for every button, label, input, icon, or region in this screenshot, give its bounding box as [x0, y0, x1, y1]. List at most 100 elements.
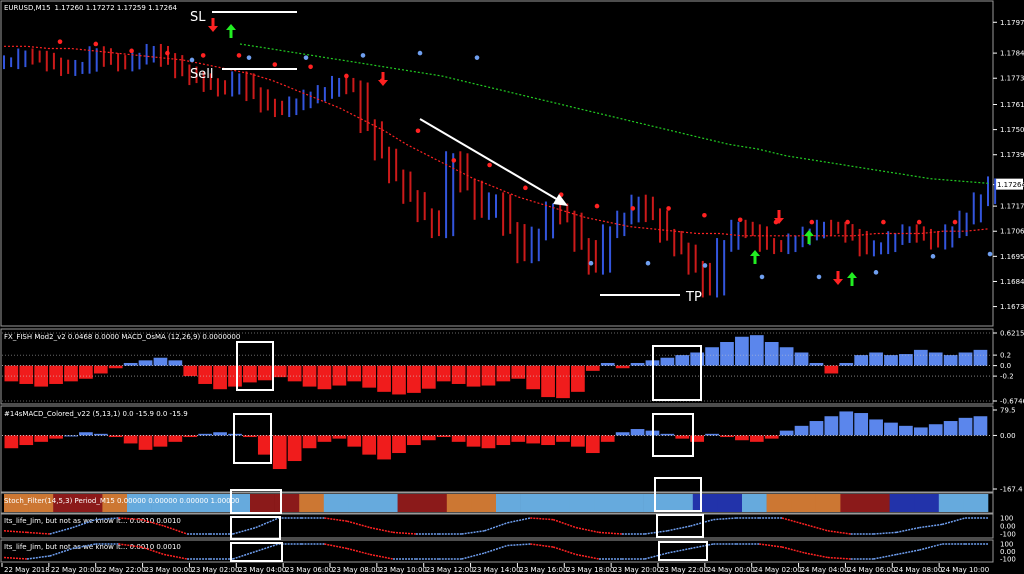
- trailing-stop-dot: [272, 62, 278, 67]
- histogram-bar: [660, 357, 675, 366]
- histogram-bar: [779, 430, 794, 436]
- time-tick-label: 23 May 04:00: [238, 566, 286, 574]
- histogram-bar: [392, 435, 406, 454]
- price-tick-label: 1.17060: [1000, 228, 1024, 236]
- histogram-bar: [213, 432, 227, 436]
- histogram-bar: [600, 435, 615, 442]
- histogram-bar: [4, 435, 19, 449]
- price-tick-label: 1.17170: [1000, 203, 1024, 211]
- time-tick-label: 23 May 02:00: [191, 566, 239, 574]
- stoch-title: Stoch_Filter(14,5,3) Period_M15 0.00000 …: [4, 497, 240, 505]
- sell-label: Sell: [190, 67, 213, 82]
- histogram-bar: [362, 435, 377, 455]
- histogram-bar: [466, 435, 481, 447]
- histogram-bar: [272, 435, 287, 470]
- histogram-bar: [869, 352, 883, 366]
- histogram-bar: [317, 435, 332, 442]
- histogram-bar: [153, 435, 168, 447]
- histogram-bar: [198, 365, 213, 384]
- stoch-cell: [889, 494, 915, 512]
- histogram-bar: [138, 435, 153, 450]
- stoch-cell: [422, 494, 448, 512]
- histogram-bar: [79, 365, 93, 379]
- sell-arrow-icon: [381, 72, 385, 81]
- quote-values: 1.17260 1.17272 1.17259 1.17264: [55, 4, 178, 12]
- trailing-stop-dot: [916, 219, 922, 225]
- stoch-cell: [397, 494, 423, 512]
- histogram-bar: [854, 355, 869, 366]
- axis-tick-label: 79.5: [1000, 407, 1016, 415]
- macd-title: #14sMACD_Colored_v22 (5,13,1) 0.0 -15.9 …: [4, 410, 188, 418]
- histogram-bar: [168, 360, 183, 366]
- stoch-cell: [914, 494, 940, 512]
- stoch-cell: [299, 494, 325, 512]
- stoch-cell: [594, 494, 620, 512]
- histogram-bar: [869, 419, 883, 436]
- histogram-bar: [347, 365, 362, 382]
- histogram-bar: [571, 365, 585, 392]
- trailing-stop-dot: [415, 128, 421, 134]
- time-tick-label: 23 May 14:00: [473, 566, 521, 574]
- trailing-stop-dot-blue: [588, 260, 594, 266]
- time-tick-label: 24 May 10:00: [941, 566, 989, 574]
- histogram-bar: [526, 365, 541, 390]
- histogram-bar: [93, 433, 108, 436]
- stoch-cell: [742, 494, 767, 512]
- histogram-bar: [749, 435, 764, 442]
- histogram-bar: [481, 365, 496, 386]
- histogram-bar: [93, 365, 108, 374]
- histogram-bar: [79, 432, 93, 436]
- time-tick-label: 23 May 06:00: [285, 566, 333, 574]
- histogram-bar: [541, 435, 555, 446]
- current-price-label: 1.17264: [997, 181, 1024, 189]
- trailing-stop-dot: [594, 203, 600, 209]
- stoch-cell: [840, 494, 866, 512]
- histogram-bar: [511, 435, 526, 442]
- histogram-bar: [794, 352, 809, 366]
- time-tick-label: 23 May 18:00: [566, 566, 614, 574]
- histogram-bar: [407, 435, 421, 446]
- trailing-stop-dot: [737, 217, 743, 223]
- histogram-bar: [257, 365, 272, 381]
- histogram-bar: [615, 432, 630, 436]
- trailing-stop-dot: [952, 219, 958, 225]
- histogram-bar: [943, 421, 958, 436]
- histogram-bar: [884, 422, 898, 436]
- histogram-bar: [332, 435, 347, 439]
- price-tick-label: 1.17975: [1000, 19, 1024, 27]
- histogram-bar: [4, 365, 19, 382]
- price-tick-label: 1.16950: [1000, 253, 1024, 261]
- price-tick-label: 1.17730: [1000, 75, 1024, 83]
- trailing-stop-dot-blue: [702, 263, 708, 268]
- histogram-bar: [49, 365, 63, 384]
- time-tick-label: 24 May 08:00: [894, 566, 942, 574]
- histogram-bar: [585, 435, 600, 454]
- histogram-bar: [451, 435, 466, 442]
- histogram-bar: [49, 435, 63, 439]
- trailing-stop-dot: [666, 206, 671, 211]
- price-tick-label: 1.17395: [1000, 151, 1024, 159]
- histogram-bar: [407, 365, 421, 393]
- trailing-stop-dot: [200, 53, 206, 58]
- histogram-bar: [884, 355, 898, 366]
- stoch-panel[interactable]: Stoch_Filter(14,5,3) Period_M15 0.00000 …: [0, 492, 994, 514]
- histogram-bar: [571, 435, 585, 447]
- histogram-bar: [436, 365, 451, 382]
- histogram-bar: [735, 336, 749, 366]
- stoch-cell: [545, 494, 571, 512]
- histogram-bar: [377, 365, 391, 392]
- axis-tick-label: -167.4: [1000, 486, 1023, 494]
- time-tick-label: 24 May 04:00: [801, 566, 849, 574]
- trailing-stop-dot-blue: [360, 53, 366, 58]
- histogram-bar: [287, 435, 302, 462]
- histogram-bar: [19, 435, 34, 446]
- sell-arrow-icon: [211, 18, 215, 27]
- time-tick-label: 23 May 22:00: [660, 566, 708, 574]
- tp-label: TP: [685, 290, 702, 305]
- trailing-stop-dot: [523, 185, 528, 191]
- axis-tick-label: -0.6746: [1000, 398, 1024, 406]
- histogram-bar: [839, 411, 854, 436]
- axis-tick-label: -100: [1000, 531, 1016, 539]
- time-tick-label: 22 May 22:00: [98, 566, 146, 574]
- stoch-cell: [373, 494, 398, 512]
